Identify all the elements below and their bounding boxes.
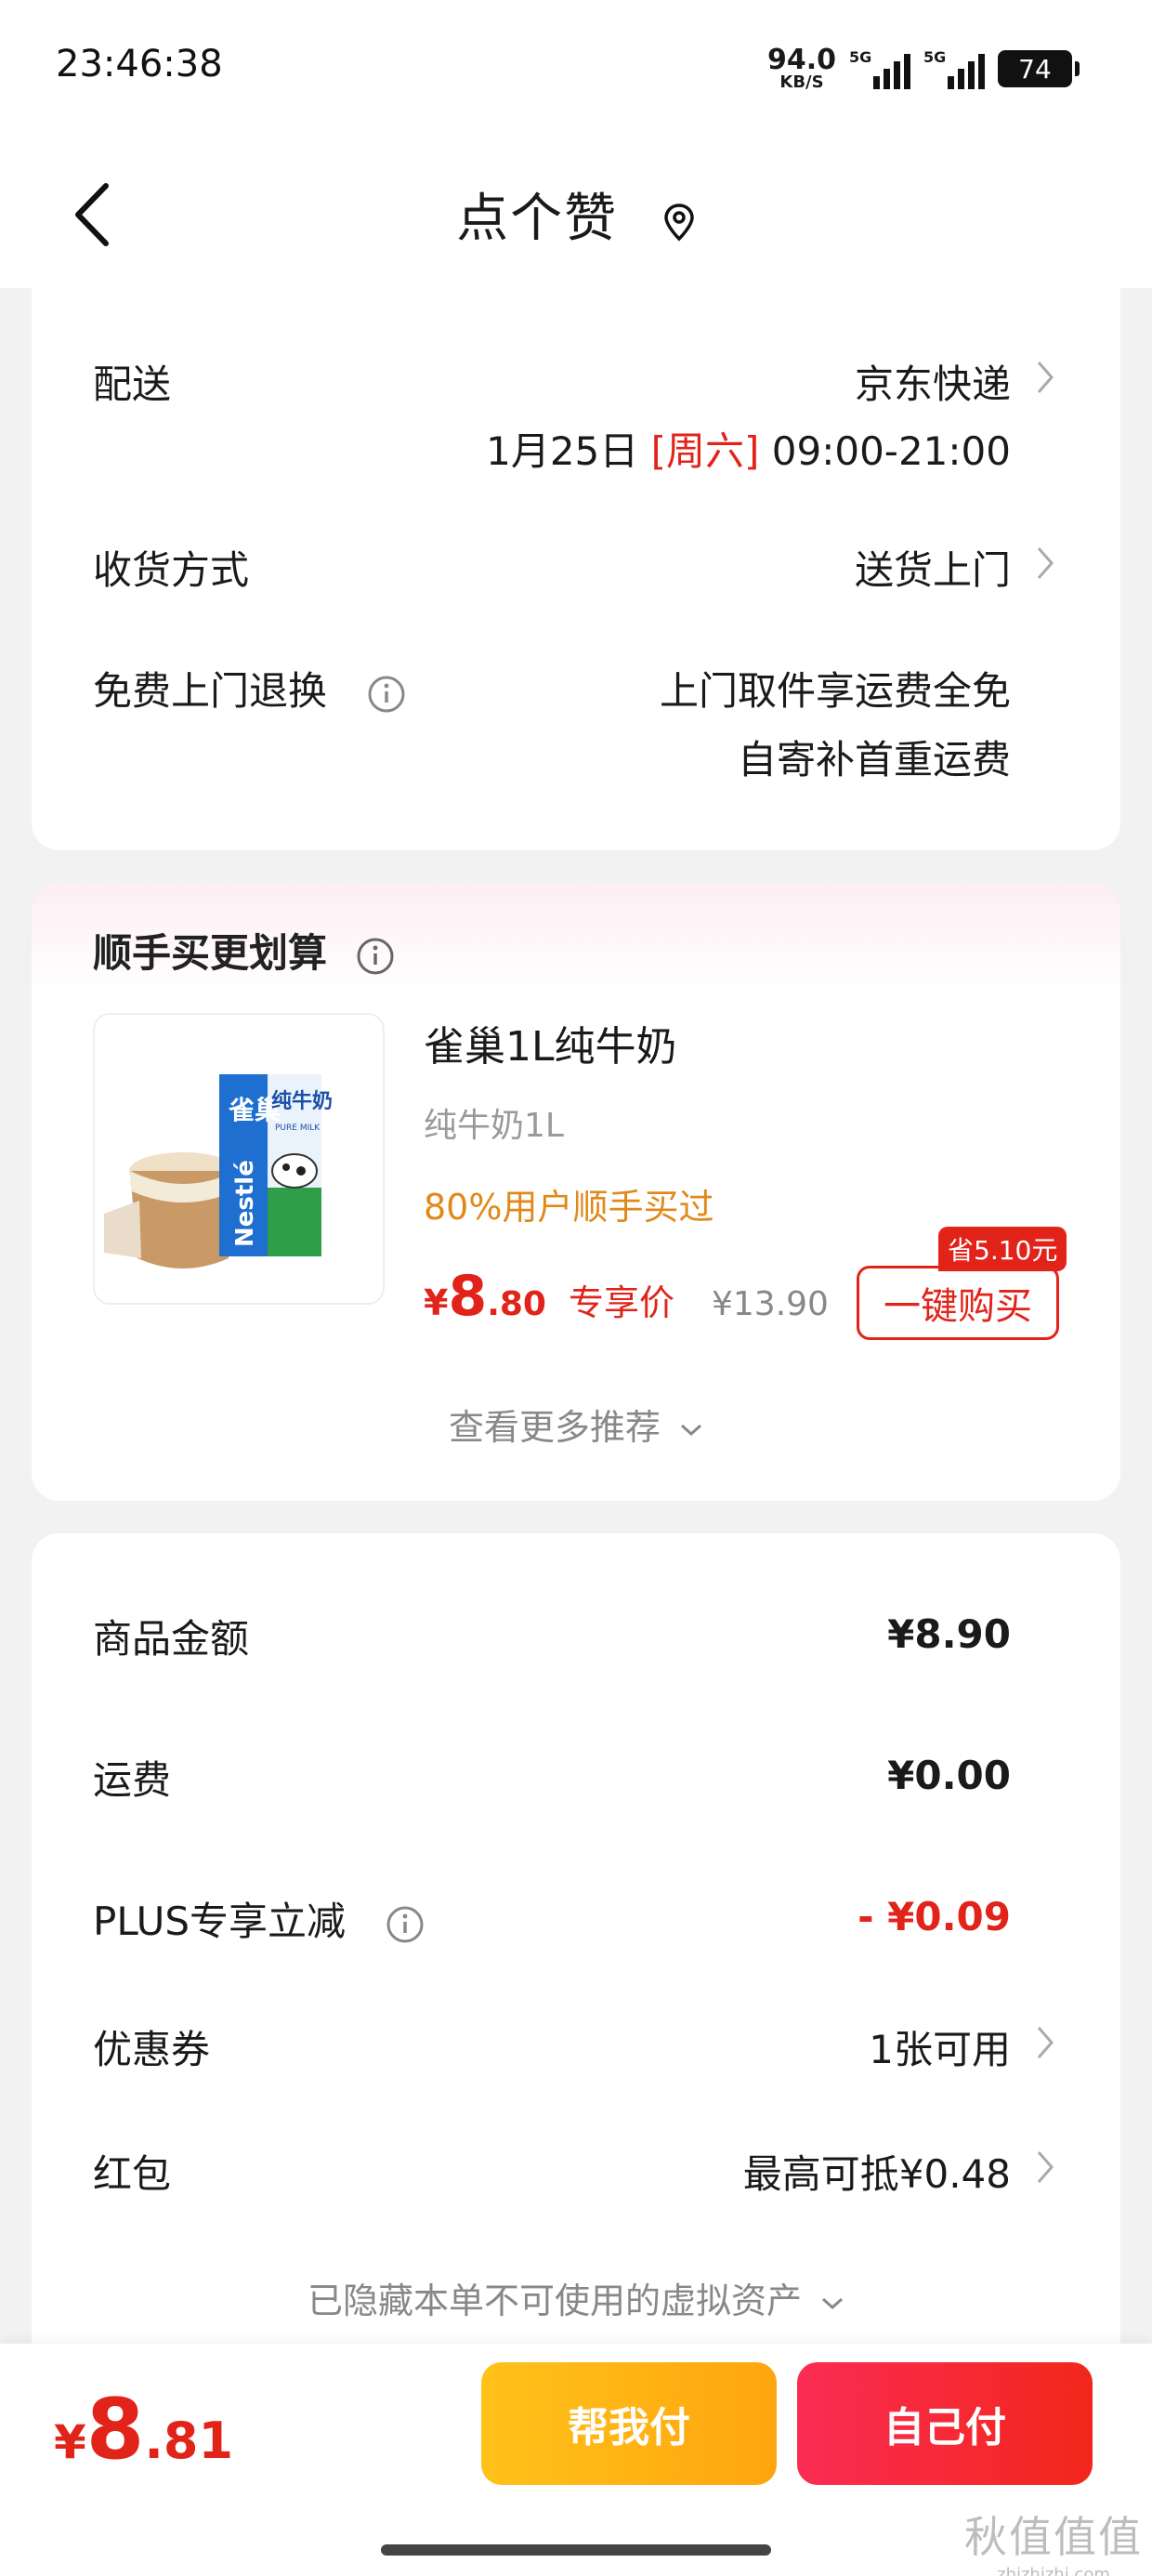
watermark-main: 秋值值值 bbox=[964, 2512, 1143, 2562]
delivery-card: 配送 京东快递 1月25日 [周六] 09:00-21:00 收货方式 送货上门… bbox=[32, 269, 1120, 850]
signal-icon-2: 5G bbox=[923, 48, 985, 89]
status-bar: 23:46:38 94.0 KB/S 5G 5G 74 bbox=[0, 0, 1152, 139]
hidden-assets-toggle[interactable]: 已隐藏本单不可使用的虚拟资产 bbox=[32, 2272, 1120, 2323]
coupon-label: 优惠券 bbox=[93, 2027, 211, 2072]
total-decimal: .81 bbox=[144, 2412, 234, 2470]
chevron-right-icon[interactable] bbox=[1035, 2024, 1055, 2061]
home-indicator[interactable] bbox=[381, 2544, 771, 2556]
delivery-time[interactable]: 1月25日 [周六] 09:00-21:00 bbox=[486, 420, 1011, 477]
recommend-card: 顺手买更划算 雀巢 纯牛奶 PURE MILK Nestlé 雀巢1L纯牛奶 纯… bbox=[32, 883, 1120, 1501]
receive-method-label: 收货方式 bbox=[93, 547, 250, 593]
price-integer: 8 bbox=[448, 1264, 488, 1329]
milk-carton-image: 雀巢 纯牛奶 PURE MILK Nestlé bbox=[104, 1074, 333, 1268]
delivery-time-range: 09:00-21:00 bbox=[771, 428, 1011, 474]
see-more-label: 查看更多推荐 bbox=[448, 1407, 661, 1448]
chevron-right-icon[interactable] bbox=[1035, 545, 1055, 582]
page-title-wrap: 点个赞 bbox=[0, 177, 1152, 252]
chevron-right-icon[interactable] bbox=[1035, 2149, 1055, 2186]
watermark: 秋值值值 zhizhizhi.com bbox=[964, 2504, 1143, 2576]
free-return-line2: 自寄补首重运费 bbox=[737, 737, 1011, 782]
signal-icon: 5G bbox=[849, 48, 910, 89]
plus-discount-value: - ¥0.09 bbox=[857, 1894, 1011, 1939]
page-title: 点个赞 bbox=[456, 189, 619, 249]
watermark-sub: zhizhizhi.com bbox=[997, 2565, 1110, 2576]
location-pin-icon[interactable] bbox=[662, 202, 696, 243]
pay-myself-button[interactable]: 自己付 bbox=[797, 2362, 1093, 2485]
product-spec: 纯牛奶1L bbox=[424, 1107, 564, 1145]
network-speed: 94.0 KB/S bbox=[767, 46, 836, 91]
shipping-label: 运费 bbox=[93, 1757, 172, 1803]
battery-icon: 74 bbox=[998, 50, 1080, 87]
network-speed-value: 94.0 bbox=[766, 44, 836, 76]
delivery-weekday: [周六] bbox=[650, 428, 760, 474]
shipping-value: ¥0.00 bbox=[887, 1753, 1011, 1798]
signal-label: 5G bbox=[849, 48, 872, 66]
receive-method-value[interactable]: 送货上门 bbox=[855, 539, 1011, 596]
battery-level: 74 bbox=[1018, 53, 1052, 85]
one-click-buy-button[interactable]: 一键购买 bbox=[857, 1266, 1059, 1340]
nav-bar: 点个赞 bbox=[0, 139, 1152, 288]
carton-name-text: 纯牛奶 bbox=[271, 1089, 333, 1113]
product-tag: 80%用户顺手买过 bbox=[424, 1187, 714, 1228]
total-integer: 8 bbox=[85, 2381, 145, 2478]
goods-amount-label: 商品金额 bbox=[93, 1616, 250, 1662]
price-summary-card: 商品金额 ¥8.90 运费 ¥0.00 PLUS专享立减 - ¥0.09 优惠券… bbox=[32, 1533, 1120, 2360]
checkout-bar: ¥ 8 .81 帮我付 自己付 秋值值值 zhizhizhi.com bbox=[0, 2344, 1152, 2576]
signal-label-2: 5G bbox=[923, 48, 947, 66]
save-badge: 省5.10元 bbox=[938, 1227, 1067, 1271]
help-me-pay-button[interactable]: 帮我付 bbox=[481, 2362, 777, 2485]
carton-en-text: PURE MILK bbox=[275, 1124, 321, 1133]
product-image[interactable]: 雀巢 纯牛奶 PURE MILK Nestlé bbox=[93, 1013, 385, 1305]
delivery-carrier[interactable]: 京东快递 bbox=[855, 353, 1011, 410]
chevron-down-icon bbox=[681, 1424, 702, 1436]
see-more-recommend[interactable]: 查看更多推荐 bbox=[32, 1399, 1120, 1450]
network-speed-unit: KB/S bbox=[779, 72, 824, 92]
price-decimal: .80 bbox=[487, 1285, 546, 1323]
carton-logo-text: Nestlé bbox=[231, 1160, 259, 1247]
chevron-down-icon bbox=[822, 2297, 844, 2309]
recommend-title-wrap: 顺手买更划算 bbox=[93, 922, 395, 979]
goods-amount-value: ¥8.90 bbox=[887, 1611, 1011, 1657]
info-icon[interactable] bbox=[386, 1905, 425, 1944]
order-confirm-page: 23:46:38 94.0 KB/S 5G 5G 74 点个赞 配送 京东快递 … bbox=[0, 0, 1152, 2576]
chevron-right-icon[interactable] bbox=[1035, 359, 1055, 396]
plus-discount-label-wrap: PLUS专享立减 bbox=[93, 1890, 425, 1947]
free-return-label-wrap: 免费上门退换 bbox=[93, 660, 406, 716]
info-icon[interactable] bbox=[356, 937, 395, 976]
original-price: ¥13.90 bbox=[712, 1285, 829, 1323]
status-icons: 94.0 KB/S 5G 5G 74 bbox=[767, 41, 1080, 97]
total-currency: ¥ bbox=[54, 2415, 86, 2469]
free-return-line1: 上门取件享运费全免 bbox=[659, 668, 1011, 714]
hidden-assets-label: 已隐藏本单不可使用的虚拟资产 bbox=[307, 2280, 802, 2321]
red-packet-label: 红包 bbox=[93, 2151, 172, 2197]
coupon-value[interactable]: 1张可用 bbox=[869, 2018, 1011, 2075]
status-time: 23:46:38 bbox=[56, 43, 223, 85]
total-price: ¥ 8 .81 bbox=[54, 2381, 233, 2478]
price-label: 专享价 bbox=[568, 1282, 674, 1323]
product-name[interactable]: 雀巢1L纯牛奶 bbox=[424, 1013, 677, 1072]
delivery-date: 1月25日 bbox=[486, 428, 639, 474]
plus-discount-label: PLUS专享立减 bbox=[93, 1899, 347, 1944]
red-packet-value[interactable]: 最高可抵¥0.48 bbox=[743, 2143, 1011, 2200]
recommend-title: 顺手买更划算 bbox=[93, 930, 328, 976]
delivery-label: 配送 bbox=[93, 361, 172, 407]
product-price: ¥ 8 .80 专享价 ¥13.90 bbox=[424, 1264, 829, 1329]
price-currency: ¥ bbox=[424, 1282, 449, 1323]
info-icon[interactable] bbox=[367, 675, 406, 714]
free-return-label: 免费上门退换 bbox=[93, 668, 328, 714]
